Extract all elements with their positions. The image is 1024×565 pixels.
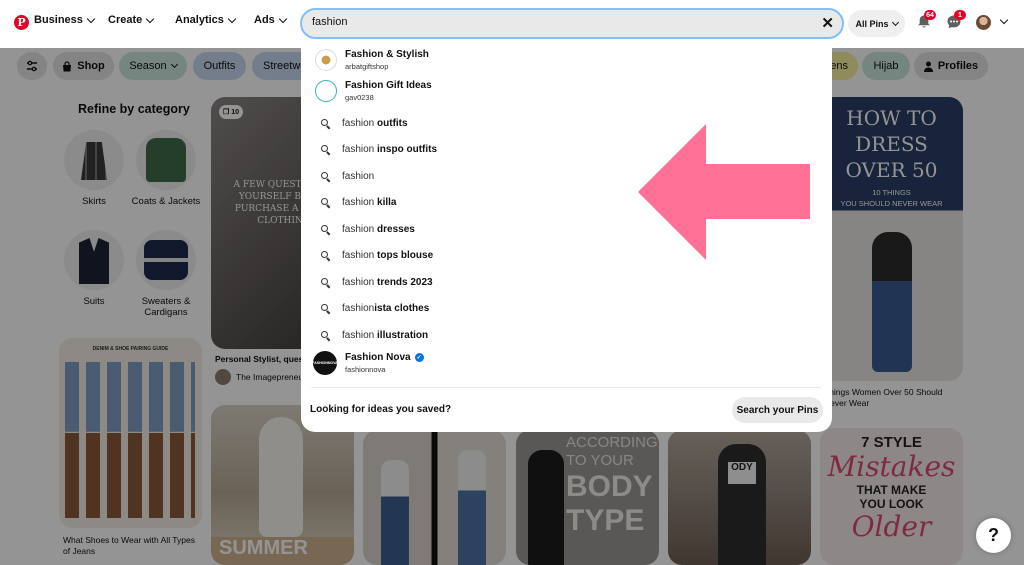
search-icon <box>321 118 330 128</box>
suggestion-completion: tops blouse <box>377 249 434 261</box>
help-button[interactable]: ? <box>976 518 1011 553</box>
chevron-down-icon <box>278 14 288 23</box>
search-suggestion[interactable]: fashion dresses <box>321 221 415 237</box>
search-icon <box>321 144 330 154</box>
search-suggestion[interactable]: fashionista clothes <box>321 300 429 316</box>
suggestion-prefix: fashion <box>342 170 375 182</box>
account-avatar <box>315 49 337 71</box>
fashion-nova-logo: FASHIONNOVA <box>312 351 338 375</box>
clear-search-icon[interactable]: ✕ <box>821 14 834 32</box>
suggestion-completion: killa <box>377 196 397 208</box>
search-icon <box>321 224 330 234</box>
nav-ads-label: Ads <box>254 14 275 26</box>
messages-button[interactable]: 1 <box>946 10 966 34</box>
search-input[interactable] <box>312 16 812 28</box>
chevron-down-icon <box>146 14 155 23</box>
nav-business[interactable]: Business <box>34 14 96 26</box>
pink-arrow-annotation-icon <box>638 124 810 260</box>
account-chevron-icon[interactable] <box>999 15 1009 25</box>
suggestion-completion: inspo outfits <box>377 143 438 155</box>
search-icon <box>321 330 330 340</box>
account-handle: fashionnova <box>345 365 386 374</box>
messages-badge: 1 <box>954 10 966 20</box>
suggestion-prefix: fashion <box>342 329 378 341</box>
search-scope-select[interactable]: All Pins <box>848 10 905 37</box>
chevron-down-icon <box>891 18 899 26</box>
account-handle: gav0238 <box>345 93 374 102</box>
search-scope-label: All Pins <box>855 18 889 29</box>
search-icon <box>321 303 330 313</box>
avatar[interactable] <box>976 15 991 30</box>
divider <box>311 387 821 388</box>
search-icon <box>321 171 330 181</box>
suggestion-completion: dresses <box>377 223 415 235</box>
notifications-button[interactable]: 64 <box>916 10 936 34</box>
suggestion-prefix: fashion <box>342 302 375 314</box>
suggestion-prefix: fashion <box>342 249 378 261</box>
suggestion-completion: trends 2023 <box>377 276 433 288</box>
account-name: Fashion Nova <box>345 352 411 363</box>
search-icon <box>321 197 330 207</box>
chevron-down-icon <box>86 14 96 23</box>
saved-ideas-prompt: Looking for ideas you saved? <box>310 404 452 415</box>
search-suggestion[interactable]: fashion tops blouse <box>321 247 433 263</box>
nav-ads[interactable]: Ads <box>254 14 288 26</box>
suggested-account[interactable]: Fashion Gift Ideas gav0238 <box>315 78 432 104</box>
account-name: Fashion Gift Ideas <box>345 80 432 91</box>
suggestion-prefix: fashion <box>342 143 378 155</box>
search-suggestion[interactable]: fashion <box>321 168 374 184</box>
search-icon <box>321 250 330 260</box>
notifications-badge: 64 <box>924 10 936 20</box>
search-icon <box>321 277 330 287</box>
chevron-down-icon <box>227 14 237 23</box>
search-suggestion[interactable]: fashion killa <box>321 194 397 210</box>
suggestion-prefix: fashion <box>342 117 378 129</box>
nav-analytics[interactable]: Analytics <box>175 14 237 26</box>
search-suggestion[interactable]: fashion inspo outfits <box>321 141 437 157</box>
suggestion-prefix: fashion <box>342 276 378 288</box>
pinterest-logo-icon[interactable]: P <box>14 15 29 30</box>
suggestion-completion: outfits <box>377 117 408 129</box>
account-handle: arbatgiftshop <box>345 62 389 71</box>
suggestion-prefix: fashion <box>342 223 378 235</box>
verified-check-icon: ✓ <box>414 353 424 362</box>
account-name: Fashion & Stylish <box>345 49 429 60</box>
search-suggestion[interactable]: fashion trends 2023 <box>321 274 433 290</box>
suggestion-prefix: fashion <box>342 196 378 208</box>
search-suggestion[interactable]: fashion outfits <box>321 115 408 131</box>
suggested-account-verified[interactable]: FASHIONNOVA Fashion Nova ✓ fashionnova <box>312 350 424 376</box>
suggestion-completion: illustration <box>377 329 429 341</box>
account-avatar <box>315 80 337 102</box>
search-your-pins-button[interactable]: Search your Pins <box>732 397 823 423</box>
nav-create[interactable]: Create <box>108 14 155 26</box>
suggestion-completion: ista clothes <box>374 302 430 314</box>
search-suggestion[interactable]: fashion illustration <box>321 327 428 343</box>
suggested-account[interactable]: Fashion & Stylish arbatgiftshop <box>315 47 429 73</box>
search-bar[interactable]: ✕ <box>300 8 844 39</box>
nav-create-label: Create <box>108 14 143 26</box>
nav-business-label: Business <box>34 14 83 26</box>
nav-analytics-label: Analytics <box>175 14 224 26</box>
